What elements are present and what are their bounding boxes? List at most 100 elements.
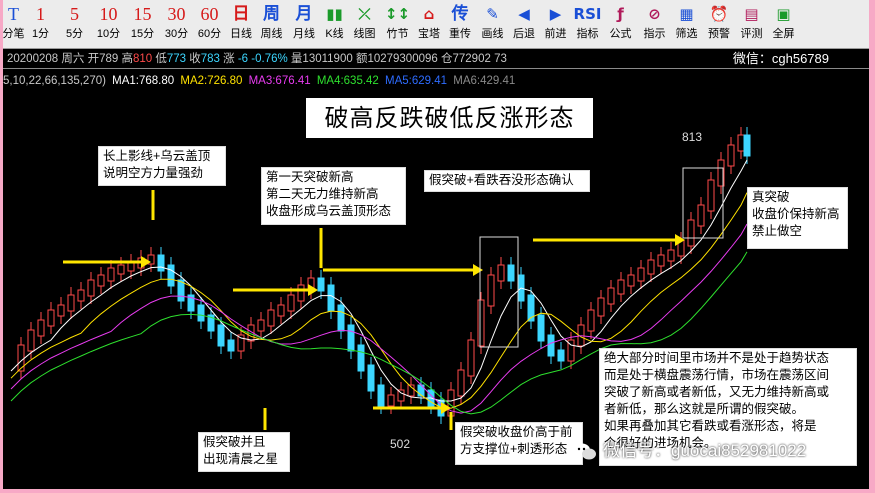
toolbar-button-5[interactable]: 30 30分 <box>160 0 193 48</box>
toolbar-button-10[interactable]: ▮▮ K线 <box>321 0 348 48</box>
toolbar-button-icon: ▶ <box>549 5 562 23</box>
toolbar-button-2[interactable]: 5 5分 <box>57 0 92 48</box>
toolbar-button-18[interactable]: RSI 指标 <box>572 0 603 48</box>
ma4-label: MA4:635.42 <box>316 75 379 87</box>
candle-body <box>357 344 365 372</box>
candle-body <box>37 319 45 337</box>
toolbar-button-icon: ↕↕ <box>384 5 411 23</box>
toolbar-button-label: 预警 <box>708 28 730 40</box>
toolbar-button-3[interactable]: 10 10分 <box>92 0 125 48</box>
toolbar-button-9[interactable]: 月月线 <box>287 0 321 48</box>
toolbar-button-icon: 月 <box>295 4 313 24</box>
candle-body <box>487 274 495 307</box>
toolbar-button-21[interactable]: ▦ 筛选 <box>671 0 702 48</box>
toolbar-button-4[interactable]: 15 15分 <box>125 0 160 48</box>
candle-body <box>197 304 205 322</box>
toolbar-button-6[interactable]: 60 60分 <box>193 0 226 48</box>
toolbar-button-14[interactable]: 传重传 <box>444 0 476 48</box>
ma6-label: MA6:429.41 <box>453 75 516 87</box>
toolbar-button-label: 公式 <box>609 28 632 40</box>
toolbar-button-label: 60分 <box>197 28 222 40</box>
candle-body <box>597 297 605 317</box>
candle-body <box>337 304 345 332</box>
toolbar-button-label: 竹节 <box>386 28 409 40</box>
ma1-label: MA1:768.80 <box>112 75 175 87</box>
ma2-label: MA2:726.80 <box>180 75 243 87</box>
toolbar-button-icon: 60 <box>200 4 219 24</box>
toolbar-button-7[interactable]: 日日线 <box>226 0 256 48</box>
candle-body <box>737 134 745 152</box>
candle-body <box>217 324 225 347</box>
chart-window: T 分笔 1 1分 5 5分 10 10分 15 15分 30 30分 60 60分日日线周周线月月线 ▮▮… <box>3 0 869 489</box>
ma3-label: MA3:676.41 <box>248 75 311 87</box>
candle-body <box>617 279 625 295</box>
annotation-arrowhead <box>473 264 483 276</box>
toolbar-button-20[interactable]: ⊘ 指示 <box>638 0 671 48</box>
toolbar-button-label: 画线 <box>481 28 504 40</box>
quote-text: 20200208 周六 开789 高810 低773 收783 涨 -6 -0.… <box>7 53 507 65</box>
candle-body <box>347 324 355 352</box>
toolbar-button-1[interactable]: 1 1分 <box>24 0 57 48</box>
candle-body <box>557 349 565 362</box>
toolbar-button-label: 30分 <box>164 28 189 40</box>
toolbar-button-label: 5分 <box>65 28 84 40</box>
toolbar-button-icon: ◀ <box>518 5 530 23</box>
ma-params: 5,10,22,66,135,270) <box>3 75 106 87</box>
watermark: 微信号：guocai852981022 <box>573 440 806 462</box>
low-price-mark: 502 <box>390 437 411 451</box>
toolbar-button-19[interactable]: ƒ 公式 <box>603 0 638 48</box>
toolbar-button-icon: T <box>8 4 19 24</box>
high-price-mark: 813 <box>682 130 703 144</box>
candle-body <box>107 267 115 282</box>
note-morning-star: 假突破并且 出现清晨之星 <box>198 432 290 472</box>
toolbar-button-icon: 30 <box>167 4 186 24</box>
note-fake-breakout-engulfing: 假突破+看跌吞没形态确认 <box>424 170 590 192</box>
toolbar-button-icon: 传 <box>451 4 469 24</box>
toolbar-button-icon: RSI <box>573 5 602 23</box>
toolbar-button-icon: ▮▮ <box>326 5 343 23</box>
toolbar-button-13[interactable]: ⌂ 宝塔 <box>414 0 444 48</box>
toolbar-button-icon: ⌂ <box>423 5 435 23</box>
candle-body <box>507 264 515 282</box>
toolbar-button-label: 宝塔 <box>418 28 440 40</box>
note-first-day-breakout: 第一天突破新高 第二天无力维持新高 收盘形成乌云盖顶形态 <box>261 167 406 225</box>
toolbar-button-22[interactable]: ⏰ 预警 <box>702 0 736 48</box>
toolbar-button-23[interactable]: ▤ 评测 <box>736 0 767 48</box>
toolbar-button-16[interactable]: ◀ 后退 <box>509 0 539 48</box>
candle-body <box>687 219 695 247</box>
toolbar-button-icon: ƒ <box>617 5 624 23</box>
candle-body <box>377 384 385 407</box>
candle-body <box>387 394 395 407</box>
toolbar-button-icon: ✎ <box>486 5 499 23</box>
toolbar-button-0[interactable]: T 分笔 <box>3 0 25 48</box>
wechat-contact: 微信：cgh56789 <box>732 51 829 66</box>
toolbar-button-label: 月线 <box>293 28 315 40</box>
candle-body <box>457 369 465 397</box>
toolbar-button-icon: 5 <box>70 4 79 24</box>
toolbar-button-12[interactable]: ↕↕ 竹节 <box>381 0 414 48</box>
candle-body <box>237 334 245 352</box>
toolbar-button-15[interactable]: ✎ 画线 <box>476 0 509 48</box>
toolbar-button-11[interactable]: ⤫ 线图 <box>348 0 381 48</box>
toolbar-button-icon: 周 <box>263 4 280 24</box>
candle-body <box>657 254 665 267</box>
candle-body <box>157 254 165 272</box>
candle-body <box>317 277 325 292</box>
highlight-box <box>479 236 519 348</box>
candle-body <box>537 314 545 342</box>
divider <box>3 68 869 69</box>
toolbar-button-label: 筛选 <box>675 28 698 40</box>
toolbar-button-label: 前进 <box>544 28 567 40</box>
toolbar-button-label: 指标 <box>576 28 599 40</box>
toolbar-button-24[interactable]: ▣ 全屏 <box>767 0 800 48</box>
toolbar-button-icon: ▤ <box>744 5 759 23</box>
toolbar-button-icon: ⤫ <box>358 5 371 23</box>
note-piercing-pattern: 假突破收盘价高于前 方支撑位+刺透形态 <box>455 422 583 465</box>
toolbar-button-label: 全屏 <box>772 28 795 40</box>
toolbar-button-17[interactable]: ▶ 前进 <box>539 0 572 48</box>
toolbar-button-label: 15分 <box>130 28 155 40</box>
candle-body <box>297 284 305 302</box>
candle-body <box>477 299 485 347</box>
toolbar-button-icon: ⏰ <box>709 5 729 23</box>
toolbar-button-8[interactable]: 周周线 <box>256 0 287 48</box>
